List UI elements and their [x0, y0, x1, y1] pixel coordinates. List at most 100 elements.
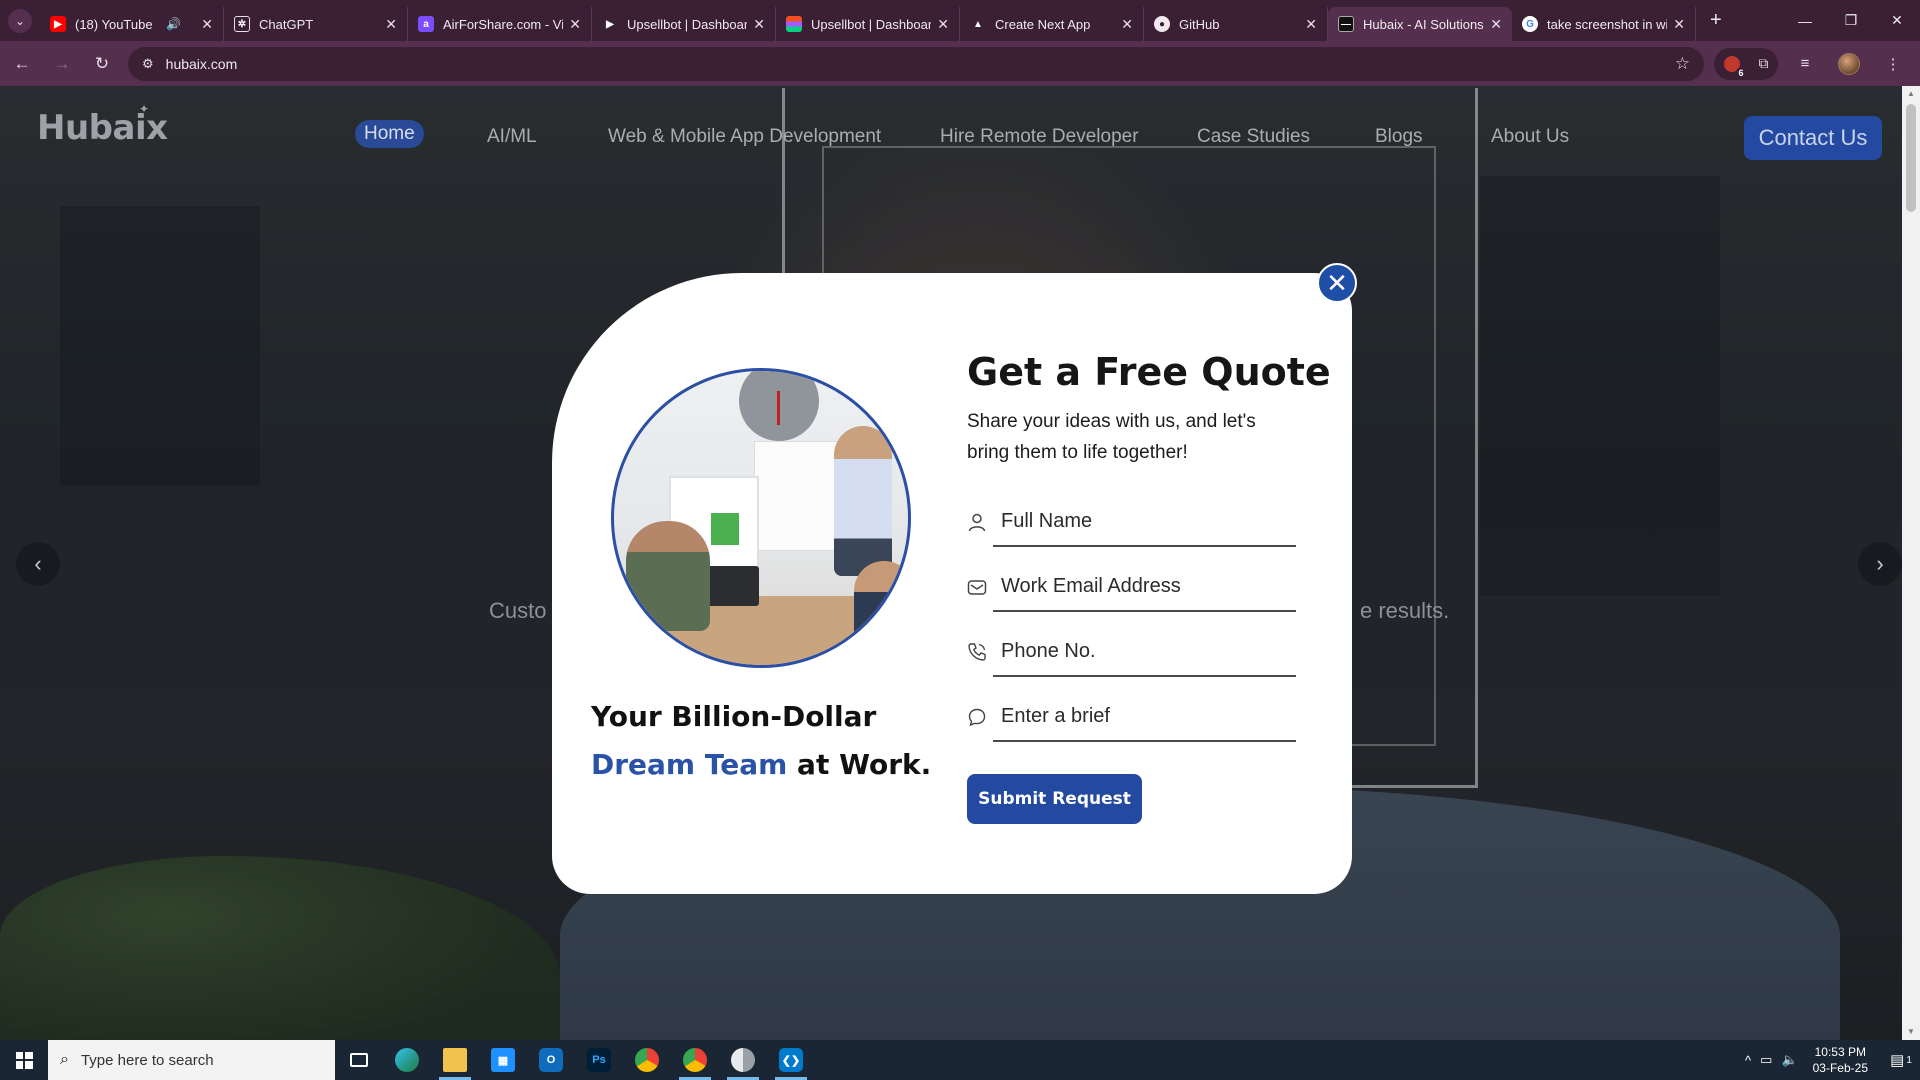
- taskbar-search-placeholder: Type here to search: [80, 1051, 214, 1069]
- wall-clock: [739, 371, 819, 441]
- tab-create-next-app[interactable]: ▲ Create Next App ✕: [960, 7, 1144, 41]
- store-button[interactable]: ▦: [479, 1040, 527, 1080]
- brief-field: [966, 692, 1296, 744]
- tagline-accent: Dream Team: [591, 748, 788, 781]
- avatar: [1838, 52, 1860, 75]
- phone-field: [966, 627, 1296, 679]
- full-name-input[interactable]: [993, 497, 1296, 547]
- window-controls: — ❐ ✕: [1782, 0, 1920, 41]
- close-icon[interactable]: ✕: [1305, 16, 1317, 33]
- vercel-icon: ▲: [973, 18, 983, 30]
- tab-airforshare[interactable]: a AirForShare.com - Vi ✕: [408, 7, 592, 41]
- person: [854, 561, 908, 665]
- page-scrollbar[interactable]: ▲ ▼: [1902, 86, 1920, 1040]
- brief-input[interactable]: [993, 692, 1296, 742]
- contact-us-button[interactable]: Contact Us: [1744, 116, 1882, 160]
- nav-case-studies[interactable]: Case Studies: [1197, 126, 1310, 148]
- nav-about-us[interactable]: About Us: [1491, 126, 1569, 148]
- close-icon[interactable]: ✕: [753, 16, 765, 33]
- folder-icon: [443, 1048, 467, 1072]
- close-icon[interactable]: ✕: [937, 16, 949, 33]
- work-email-field: [966, 562, 1296, 614]
- extension-icon[interactable]: 6: [1723, 55, 1746, 78]
- phone-input[interactable]: [993, 627, 1296, 677]
- chrome-profile-button-2[interactable]: [719, 1040, 767, 1080]
- forward-button[interactable]: →: [44, 46, 80, 82]
- taskbar-clock[interactable]: 10:53 PM 03-Feb-25: [1813, 1044, 1868, 1076]
- close-icon: ✕: [1326, 267, 1348, 298]
- close-icon[interactable]: ✕: [201, 16, 213, 33]
- nav-hire-remote[interactable]: Hire Remote Developer: [940, 126, 1139, 148]
- tab-chatgpt[interactable]: ✲ ChatGPT ✕: [224, 7, 408, 41]
- carousel-prev-button[interactable]: ‹: [16, 542, 60, 586]
- outlook-button[interactable]: O: [527, 1040, 575, 1080]
- scroll-up-icon[interactable]: ▲: [1902, 86, 1920, 102]
- profile-button[interactable]: [1832, 47, 1866, 81]
- volume-icon[interactable]: 🔈: [1781, 1052, 1797, 1068]
- notification-count: 1: [1906, 1054, 1912, 1066]
- close-icon[interactable]: ✕: [1121, 16, 1133, 33]
- reload-button[interactable]: ↻: [84, 46, 120, 82]
- extension-badge: 6: [1736, 67, 1746, 78]
- new-tab-button[interactable]: +: [1710, 9, 1722, 32]
- submit-request-button[interactable]: Submit Request: [967, 774, 1142, 824]
- vscode-button[interactable]: ❮❯: [767, 1040, 815, 1080]
- tagline-line2: Dream Team at Work.: [591, 741, 931, 789]
- minimize-button[interactable]: —: [1782, 0, 1828, 41]
- carousel-next-button[interactable]: ›: [1858, 542, 1902, 586]
- tab-search-button[interactable]: ⌄: [0, 0, 40, 41]
- edge-button[interactable]: [383, 1040, 431, 1080]
- tab-youtube[interactable]: ▶ (18) YouTube 🔊 ✕: [40, 7, 224, 41]
- nav-web-mobile[interactable]: Web & Mobile App Development: [608, 126, 881, 148]
- scroll-down-icon[interactable]: ▼: [1902, 1024, 1920, 1040]
- mail-icon: [966, 576, 988, 598]
- address-bar[interactable]: ⚙ hubaix.com ☆: [128, 46, 1704, 81]
- site-info-icon[interactable]: ⚙: [142, 56, 154, 72]
- task-view-button[interactable]: [335, 1040, 383, 1080]
- close-icon[interactable]: ✕: [569, 16, 581, 33]
- close-icon[interactable]: ✕: [1490, 16, 1502, 33]
- close-icon[interactable]: ✕: [385, 16, 397, 33]
- network-icon[interactable]: ▭: [1760, 1052, 1772, 1068]
- chrome-button[interactable]: [623, 1040, 671, 1080]
- work-email-input[interactable]: [993, 562, 1296, 612]
- chat-icon: [966, 706, 988, 728]
- google-icon: G: [1522, 16, 1538, 32]
- tab-hubaix[interactable]: — Hubaix - AI Solutions ✕: [1328, 7, 1512, 41]
- tab-upsellbot-2[interactable]: Upsellbot | Dashboard ✕: [776, 7, 960, 41]
- speaker-icon[interactable]: 🔊: [166, 17, 181, 31]
- close-icon[interactable]: ✕: [1673, 16, 1685, 33]
- nav-blogs[interactable]: Blogs: [1375, 126, 1423, 148]
- start-button[interactable]: [0, 1040, 48, 1080]
- restore-button[interactable]: ❐: [1828, 0, 1874, 41]
- nav-ai-ml[interactable]: AI/ML: [487, 126, 537, 148]
- tab-list: ▶ (18) YouTube 🔊 ✕ ✲ ChatGPT ✕ a AirForS…: [40, 0, 1696, 41]
- scrollbar-thumb[interactable]: [1906, 104, 1916, 212]
- url-text[interactable]: hubaix.com: [166, 56, 1675, 72]
- tab-github[interactable]: ● GitHub ✕: [1144, 7, 1328, 41]
- tab-google-search[interactable]: G take screenshot in wi ✕: [1512, 7, 1696, 41]
- close-window-button[interactable]: ✕: [1874, 0, 1920, 41]
- taskbar-search[interactable]: ⌕ Type here to search: [48, 1040, 335, 1080]
- tagline-line1: Your Billion-Dollar: [591, 700, 877, 733]
- chrome-icon: [683, 1048, 707, 1072]
- nav-home[interactable]: Home: [355, 120, 424, 148]
- menu-icon[interactable]: ⋮: [1876, 47, 1910, 81]
- bookmark-star-icon[interactable]: ☆: [1675, 54, 1690, 74]
- media-control-icon[interactable]: ≡: [1788, 47, 1822, 81]
- notification-center-button[interactable]: ▤ 1: [1882, 1040, 1920, 1080]
- chevron-right-icon: ›: [1876, 551, 1884, 576]
- chrome-profile-button[interactable]: [671, 1040, 719, 1080]
- vscode-icon: ❮❯: [779, 1048, 803, 1072]
- puzzle-icon[interactable]: ⧉: [1759, 55, 1769, 72]
- tab-title: AirForShare.com - Vi: [443, 16, 564, 32]
- modal-close-button[interactable]: ✕: [1317, 263, 1357, 303]
- file-explorer-button[interactable]: [431, 1040, 479, 1080]
- tab-upsellbot-1[interactable]: ▶ Upsellbot | Dashboard ✕: [592, 7, 776, 41]
- person: [626, 521, 710, 631]
- chevron-up-icon[interactable]: ^: [1745, 1053, 1751, 1068]
- photoshop-button[interactable]: Ps: [575, 1040, 623, 1080]
- site-logo[interactable]: Hubaix ✦: [37, 102, 168, 148]
- system-tray: ^ ▭ 🔈 10:53 PM 03-Feb-25 ▤ 1: [1745, 1040, 1920, 1080]
- back-button[interactable]: ←: [4, 46, 40, 82]
